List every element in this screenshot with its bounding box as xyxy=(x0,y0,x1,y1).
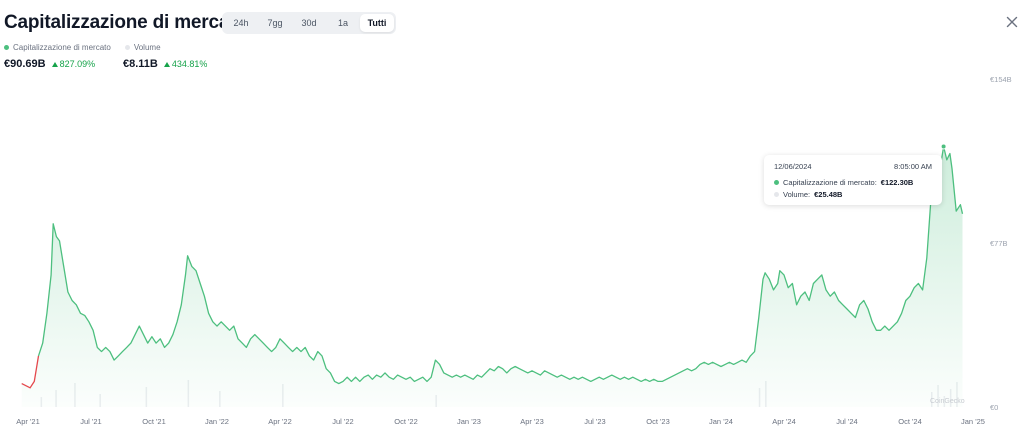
chart-tooltip: 12/06/2024 8:05:00 AM Capitalizzazione d… xyxy=(764,155,942,205)
x-tick-label: Apr '24 xyxy=(772,417,796,426)
x-tick-label: Apr '22 xyxy=(268,417,292,426)
tooltip-dot-market-cap xyxy=(774,180,779,185)
x-tick-label: Oct '21 xyxy=(142,417,166,426)
tooltip-volume-label: Volume: xyxy=(783,190,811,199)
watermark: CoinGecko xyxy=(930,398,965,405)
y-tick-label: €0 xyxy=(990,403,998,412)
x-tick-label: Apr '23 xyxy=(520,417,544,426)
x-tick-label: Jul '24 xyxy=(836,417,857,426)
x-tick-label: Jul '23 xyxy=(584,417,605,426)
x-tick-label: Apr '21 xyxy=(16,417,40,426)
tooltip-dot-volume xyxy=(774,192,779,197)
tooltip-time: 8:05:00 AM xyxy=(894,162,932,171)
x-tick-label: Jul '22 xyxy=(332,417,353,426)
x-tick-label: Jan '25 xyxy=(961,417,985,426)
tooltip-date: 12/06/2024 xyxy=(774,162,812,171)
tooltip-market-cap-label: Capitalizzazione di mercato: xyxy=(783,178,877,187)
tooltip-market-cap-value: €122.30B xyxy=(880,178,914,187)
x-tick-label: Jan '22 xyxy=(205,417,229,426)
tooltip-volume-value: €25.48B xyxy=(814,190,843,199)
hover-point xyxy=(940,143,947,150)
x-tick-label: Jul '21 xyxy=(80,417,101,426)
x-tick-label: Oct '24 xyxy=(898,417,922,426)
x-tick-label: Oct '23 xyxy=(646,417,670,426)
y-tick-label: €77B xyxy=(990,239,1008,248)
x-tick-label: Oct '22 xyxy=(394,417,418,426)
market-cap-chart[interactable]: €0 €77B €154B Apr '21 Jul '21 Oct '21 Jan '22 A… xyxy=(0,0,1024,433)
x-tick-label: Jan '24 xyxy=(709,417,733,426)
y-tick-label: €154B xyxy=(990,75,1012,84)
x-tick-label: Jan '23 xyxy=(457,417,481,426)
